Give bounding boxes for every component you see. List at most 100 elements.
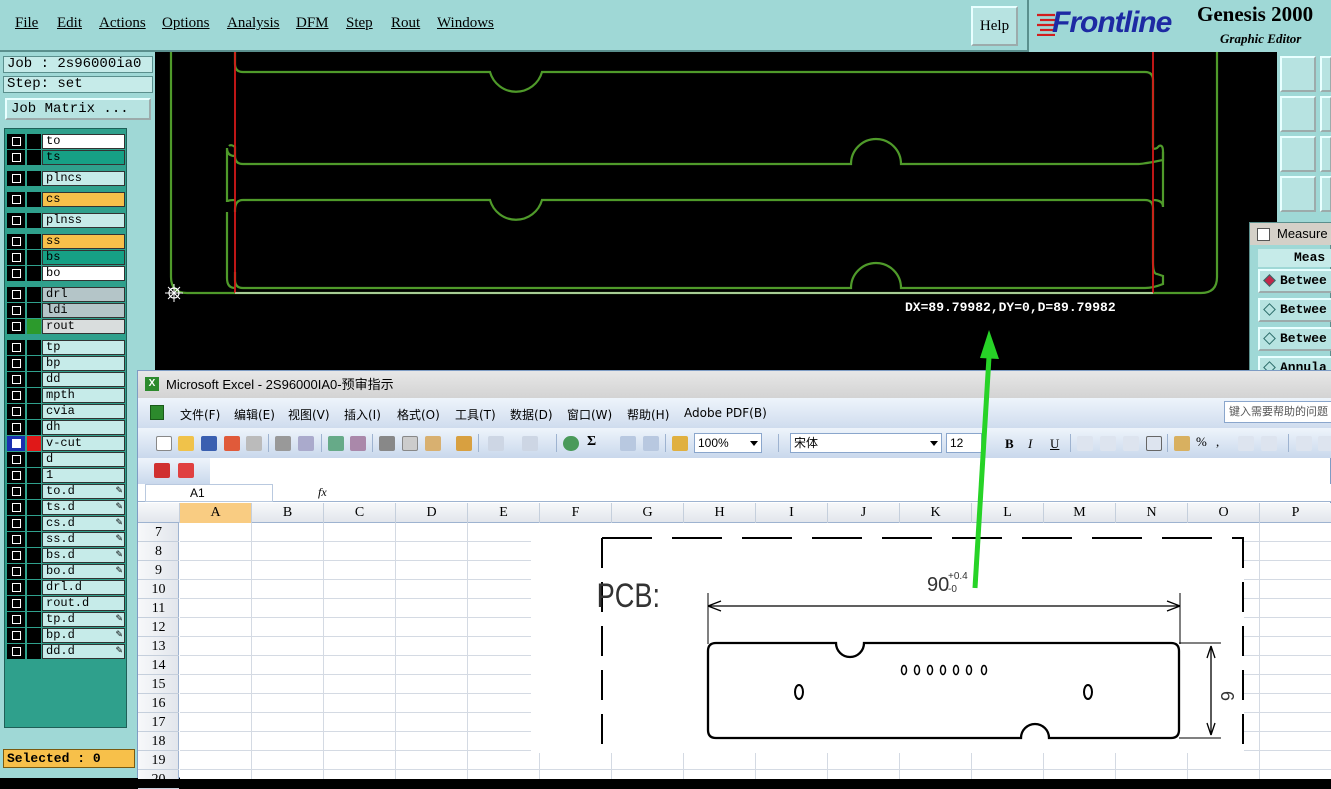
help-button[interactable]: Help bbox=[971, 6, 1018, 46]
layer-row[interactable]: bo.d ✎ bbox=[7, 564, 127, 579]
layer-name[interactable]: bp.d bbox=[42, 628, 125, 643]
email-icon[interactable] bbox=[246, 436, 262, 451]
layer-color-swatch[interactable] bbox=[27, 468, 41, 483]
excel-menu-insert[interactable]: 插入(I) bbox=[344, 406, 381, 423]
excel-menu-data[interactable]: 数据(D) bbox=[510, 406, 553, 423]
layer-checkbox[interactable] bbox=[7, 134, 25, 149]
layer-checkbox[interactable] bbox=[7, 484, 25, 499]
layer-checkbox[interactable] bbox=[7, 388, 25, 403]
layer-name[interactable]: bs.d bbox=[42, 548, 125, 563]
layer-name[interactable]: bo.d bbox=[42, 564, 125, 579]
currency-icon[interactable] bbox=[1174, 436, 1190, 451]
sort-descending-icon[interactable] bbox=[643, 436, 659, 451]
layer-row[interactable]: tp bbox=[7, 340, 127, 355]
layer-color-swatch[interactable] bbox=[27, 319, 41, 334]
layer-row[interactable]: ss bbox=[7, 234, 127, 249]
fit-view-icon[interactable] bbox=[1280, 136, 1316, 172]
row-header[interactable]: 12 bbox=[138, 618, 179, 637]
layer-color-swatch[interactable] bbox=[27, 340, 41, 355]
row-header[interactable]: 18 bbox=[138, 732, 179, 751]
layer-name[interactable]: 1 bbox=[42, 468, 125, 483]
layer-checkbox[interactable] bbox=[7, 612, 25, 627]
menu-rout[interactable]: Rout bbox=[391, 15, 420, 32]
font-size-select[interactable]: 12 bbox=[946, 433, 982, 453]
row-header[interactable]: 7 bbox=[138, 523, 179, 542]
layer-row[interactable]: d bbox=[7, 452, 127, 467]
layer-checkbox[interactable] bbox=[7, 266, 25, 281]
layer-row[interactable]: rout.d bbox=[7, 596, 127, 611]
cut-icon[interactable] bbox=[379, 436, 395, 451]
merge-center-icon[interactable] bbox=[1146, 436, 1162, 451]
chart-wizard-icon[interactable] bbox=[672, 436, 688, 451]
undo-icon[interactable] bbox=[488, 436, 504, 451]
print-preview-icon[interactable] bbox=[298, 436, 314, 451]
layer-name[interactable]: dh bbox=[42, 420, 125, 435]
excel-menu-window[interactable]: 窗口(W) bbox=[567, 406, 612, 423]
toolbar-button-extra-3[interactable] bbox=[1320, 136, 1331, 172]
select-all-corner[interactable] bbox=[138, 503, 180, 523]
layer-checkbox[interactable] bbox=[7, 287, 25, 302]
layer-name[interactable]: drl bbox=[42, 287, 125, 302]
layer-row[interactable]: bp.d ✎ bbox=[7, 628, 127, 643]
convert-to-pdf-icon[interactable] bbox=[154, 463, 170, 478]
layer-checkbox[interactable] bbox=[7, 319, 25, 334]
sort-ascending-icon[interactable] bbox=[620, 436, 636, 451]
settings-icon[interactable] bbox=[1280, 176, 1316, 212]
column-header-k[interactable]: K bbox=[900, 503, 972, 523]
layer-color-swatch[interactable] bbox=[27, 516, 41, 531]
layer-checkbox[interactable] bbox=[7, 340, 25, 355]
percent-icon[interactable]: % bbox=[1196, 434, 1212, 449]
column-header-a[interactable]: A bbox=[180, 503, 252, 523]
align-right-icon[interactable] bbox=[1123, 436, 1139, 451]
layer-row[interactable]: dd.d ✎ bbox=[7, 644, 127, 659]
layer-checkbox[interactable] bbox=[7, 213, 25, 228]
row-header[interactable]: 20 bbox=[138, 770, 179, 789]
layer-color-swatch[interactable] bbox=[27, 548, 41, 563]
column-header-j[interactable]: J bbox=[828, 503, 900, 523]
excel-menu-help[interactable]: 帮助(H) bbox=[627, 406, 669, 423]
layer-name[interactable]: ts bbox=[42, 150, 125, 165]
layer-checkbox[interactable] bbox=[7, 372, 25, 387]
layer-checkbox[interactable] bbox=[7, 250, 25, 265]
layer-name[interactable]: ldi bbox=[42, 303, 125, 318]
row-header[interactable]: 11 bbox=[138, 599, 179, 618]
spelling-icon[interactable] bbox=[328, 436, 344, 451]
layer-name[interactable]: dd bbox=[42, 372, 125, 387]
layer-row[interactable]: tp.d ✎ bbox=[7, 612, 127, 627]
row-header[interactable]: 19 bbox=[138, 751, 179, 770]
decrease-decimal-icon[interactable] bbox=[1261, 436, 1277, 451]
layer-row[interactable]: rout bbox=[7, 319, 127, 334]
layer-checkbox[interactable] bbox=[7, 234, 25, 249]
layer-row[interactable]: drl bbox=[7, 287, 127, 302]
layer-checkbox[interactable] bbox=[7, 596, 25, 611]
layer-row[interactable]: to.d ✎ bbox=[7, 484, 127, 499]
layer-name[interactable]: cs.d bbox=[42, 516, 125, 531]
layer-checkbox[interactable] bbox=[7, 516, 25, 531]
increase-indent-icon[interactable] bbox=[1318, 436, 1331, 451]
layer-checkbox[interactable] bbox=[7, 150, 25, 165]
layer-checkbox[interactable] bbox=[7, 436, 25, 451]
new-icon[interactable] bbox=[156, 436, 172, 451]
layer-checkbox[interactable] bbox=[7, 303, 25, 318]
row-header[interactable]: 17 bbox=[138, 713, 179, 732]
layer-color-swatch[interactable] bbox=[27, 192, 41, 207]
layer-name[interactable]: bs bbox=[42, 250, 125, 265]
column-header-e[interactable]: E bbox=[468, 503, 540, 523]
excel-menu-format[interactable]: 格式(O) bbox=[397, 406, 440, 423]
layer-row[interactable]: drl.d bbox=[7, 580, 127, 595]
column-header-i[interactable]: I bbox=[756, 503, 828, 523]
column-header-o[interactable]: O bbox=[1188, 503, 1260, 523]
pcb-drawing-image[interactable]: PCB: 90 +0.4 -0 6 bbox=[531, 523, 1244, 753]
excel-menu-adobe-pdf[interactable]: Adobe PDF(B) bbox=[684, 406, 767, 420]
layer-checkbox[interactable] bbox=[7, 628, 25, 643]
layer-color-swatch[interactable] bbox=[27, 356, 41, 371]
row-header[interactable]: 15 bbox=[138, 675, 179, 694]
menu-edit[interactable]: Edit bbox=[57, 15, 82, 32]
excel-menu-tools[interactable]: 工具(T) bbox=[455, 406, 496, 423]
layer-checkbox[interactable] bbox=[7, 468, 25, 483]
layer-color-swatch[interactable] bbox=[27, 234, 41, 249]
menu-file[interactable]: File bbox=[15, 15, 38, 32]
layer-row[interactable]: cs bbox=[7, 192, 127, 207]
font-select[interactable]: 宋体 bbox=[790, 433, 942, 453]
layer-checkbox[interactable] bbox=[7, 644, 25, 659]
